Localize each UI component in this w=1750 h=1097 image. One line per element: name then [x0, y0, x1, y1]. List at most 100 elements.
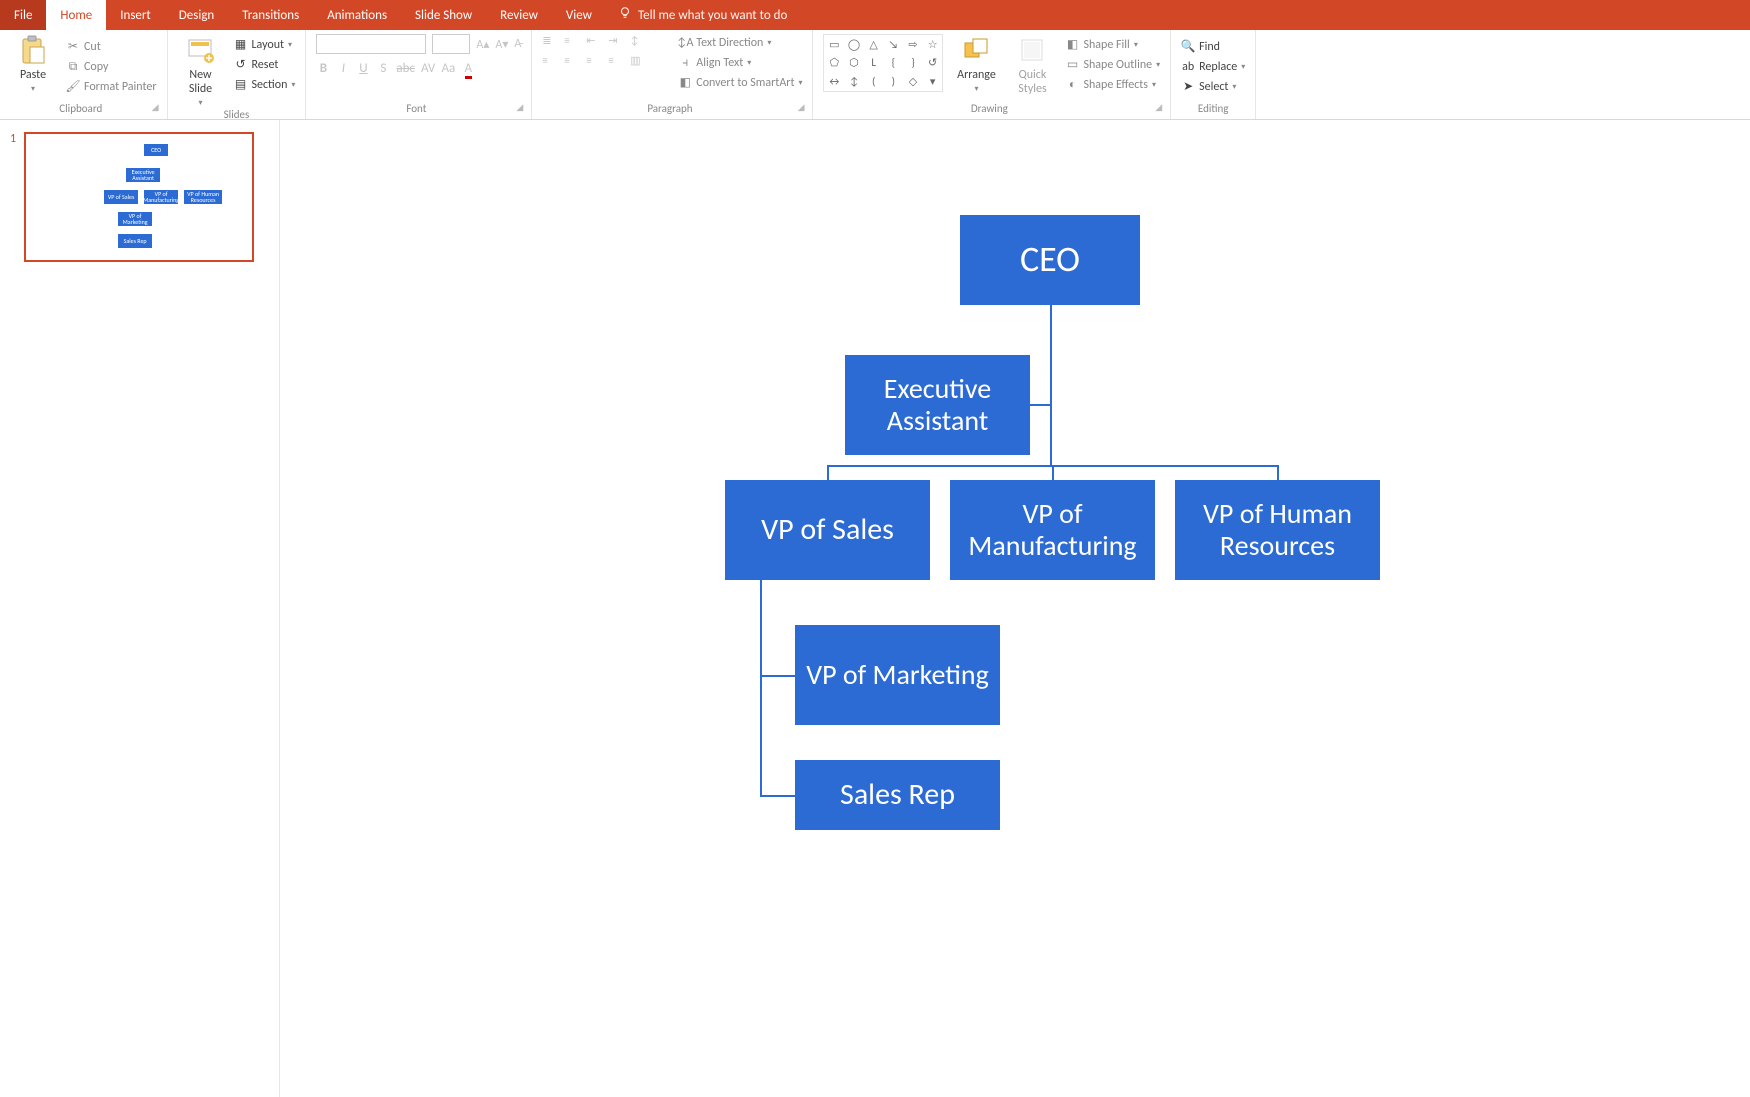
chevron-down-icon: ▾	[1156, 56, 1160, 74]
shadow-button[interactable]: S	[376, 60, 390, 78]
dialog-launcher-icon[interactable]: ◢	[1155, 102, 1162, 113]
italic-button[interactable]: I	[336, 60, 350, 78]
chevron-down-icon: ▾	[288, 36, 292, 54]
replace-button[interactable]: ab Replace ▾	[1181, 58, 1245, 76]
connector	[1052, 465, 1054, 480]
connector	[760, 675, 795, 677]
paste-button[interactable]: Paste ▾	[10, 34, 56, 94]
slide-canvas[interactable]: CEO Executive Assistant VP of Sales VP o…	[280, 120, 1750, 1097]
arrange-button[interactable]: Arrange ▾	[953, 34, 999, 94]
thumb-node-vmk: VP of Marketing	[118, 212, 152, 226]
text-direction-button[interactable]: ↕A Text Direction ▾	[678, 34, 802, 52]
group-editing-label: Editing	[1198, 102, 1229, 115]
cut-button[interactable]: ✂ Cut	[66, 38, 157, 56]
columns-icon[interactable]: ▥	[630, 54, 646, 70]
thumb-node-ea: Executive Assistant	[126, 168, 160, 182]
section-label: Section	[252, 76, 288, 94]
align-center-icon[interactable]: ≡	[564, 54, 580, 70]
tab-view[interactable]: View	[552, 0, 606, 30]
layout-label: Layout	[252, 36, 285, 54]
tell-me-search[interactable]: Tell me what you want to do	[606, 0, 787, 30]
org-node-vps[interactable]: VP of Sales	[725, 480, 930, 580]
section-icon: ▤	[234, 78, 248, 92]
tab-animations[interactable]: Animations	[313, 0, 401, 30]
dialog-launcher-icon[interactable]: ◢	[516, 102, 523, 113]
org-node-rep[interactable]: Sales Rep	[795, 760, 1000, 830]
reset-button[interactable]: ↺ Reset	[234, 56, 296, 74]
decrease-font-icon[interactable]: A▾	[495, 37, 508, 52]
copy-button[interactable]: ⧉ Copy	[66, 58, 157, 76]
org-node-vmk[interactable]: VP of Marketing	[795, 625, 1000, 725]
paragraph-align-grid: ≣ ≡ ⇤ ⇥ ↕ ≡ ≡ ≡ ≡ ▥	[542, 34, 668, 70]
slide-thumbnail-pane[interactable]: 1 CEO Executive Assistant VP of Sales VP…	[0, 120, 280, 1097]
clear-format-icon[interactable]: A̶	[514, 37, 521, 51]
outline-icon: ▭	[1065, 58, 1079, 72]
align-text-button[interactable]: ⫞ Align Text ▾	[678, 54, 802, 72]
quick-styles-icon	[1016, 34, 1048, 66]
format-painter-button[interactable]: 🖌 Format Painter	[66, 78, 157, 96]
new-slide-button[interactable]: New Slide ▾	[178, 34, 224, 108]
select-button[interactable]: ➤ Select ▾	[1181, 78, 1245, 96]
group-paragraph-label: Paragraph	[647, 102, 692, 115]
bold-button[interactable]: B	[316, 60, 330, 78]
format-painter-label: Format Painter	[84, 78, 157, 96]
org-node-ea[interactable]: Executive Assistant	[845, 355, 1030, 455]
arrange-label: Arrange	[957, 68, 996, 82]
chevron-down-icon: ▾	[1152, 76, 1156, 94]
smartart-icon: ◧	[678, 76, 692, 90]
align-right-icon[interactable]: ≡	[586, 54, 602, 70]
dialog-launcher-icon[interactable]: ◢	[798, 102, 805, 113]
bullets-icon[interactable]: ≣	[542, 34, 558, 50]
strike-button[interactable]: abc	[396, 60, 415, 78]
indent-icon[interactable]: ⇥	[608, 34, 624, 50]
chevron-down-icon: ▾	[198, 98, 202, 108]
align-left-icon[interactable]: ≡	[542, 54, 558, 70]
arrange-icon	[960, 34, 992, 66]
shape-effects-label: Shape Effects	[1083, 76, 1148, 94]
org-node-ceo[interactable]: CEO	[960, 215, 1140, 305]
quick-styles-button[interactable]: Quick Styles	[1009, 34, 1055, 96]
tab-design[interactable]: Design	[165, 0, 228, 30]
tab-file[interactable]: File	[0, 0, 46, 30]
case-button[interactable]: Aa	[441, 60, 455, 78]
shape-outline-button[interactable]: ▭ Shape Outline ▾	[1065, 56, 1160, 74]
tab-review[interactable]: Review	[486, 0, 552, 30]
tab-insert[interactable]: Insert	[106, 0, 165, 30]
line-spacing-icon[interactable]: ↕	[630, 34, 646, 50]
shape-effects-button[interactable]: ◐ Shape Effects ▾	[1065, 76, 1160, 94]
shapes-gallery[interactable]: ▭◯△↘⇨☆ ⬠⬡L{}↺ ↔↕()◇▾	[823, 34, 943, 92]
justify-icon[interactable]: ≡	[608, 54, 624, 70]
connector	[827, 465, 829, 480]
slide-thumbnail-1[interactable]: CEO Executive Assistant VP of Sales VP o…	[24, 132, 254, 262]
tab-home[interactable]: Home	[46, 0, 106, 30]
font-color-button[interactable]: A	[461, 60, 475, 78]
text-direction-icon: ↕A	[678, 36, 692, 50]
thumb-node-vpm: VP of Manufacturing	[144, 190, 178, 204]
connector	[760, 795, 795, 797]
layout-button[interactable]: ▦ Layout ▾	[234, 36, 296, 54]
tab-slideshow[interactable]: Slide Show	[401, 0, 486, 30]
workspace: 1 CEO Executive Assistant VP of Sales VP…	[0, 120, 1750, 1097]
underline-button[interactable]: U	[356, 60, 370, 78]
group-clipboard-label: Clipboard	[59, 102, 102, 115]
chevron-down-icon: ▾	[747, 54, 751, 72]
outdent-icon[interactable]: ⇤	[586, 34, 602, 50]
chevron-down-icon: ▾	[1134, 36, 1138, 54]
section-button[interactable]: ▤ Section ▾	[234, 76, 296, 94]
org-node-vpm[interactable]: VP of Manufacturing	[950, 480, 1155, 580]
increase-font-icon[interactable]: A▴	[476, 37, 489, 52]
numbering-icon[interactable]: ≡	[564, 34, 580, 50]
font-family-combo[interactable]	[316, 34, 426, 54]
find-button[interactable]: 🔍 Find	[1181, 38, 1245, 56]
align-text-icon: ⫞	[678, 56, 692, 70]
chevron-down-icon: ▾	[974, 84, 978, 94]
font-size-combo[interactable]	[432, 34, 470, 54]
dialog-launcher-icon[interactable]: ◢	[152, 102, 159, 113]
chevron-down-icon: ▾	[1232, 78, 1236, 96]
shape-outline-label: Shape Outline	[1083, 56, 1152, 74]
org-node-vph[interactable]: VP of Human Resources	[1175, 480, 1380, 580]
spacing-button[interactable]: AV	[421, 60, 435, 78]
convert-smartart-button[interactable]: ◧ Convert to SmartArt ▾	[678, 74, 802, 92]
shape-fill-button[interactable]: ◧ Shape Fill ▾	[1065, 36, 1160, 54]
tab-transitions[interactable]: Transitions	[228, 0, 313, 30]
